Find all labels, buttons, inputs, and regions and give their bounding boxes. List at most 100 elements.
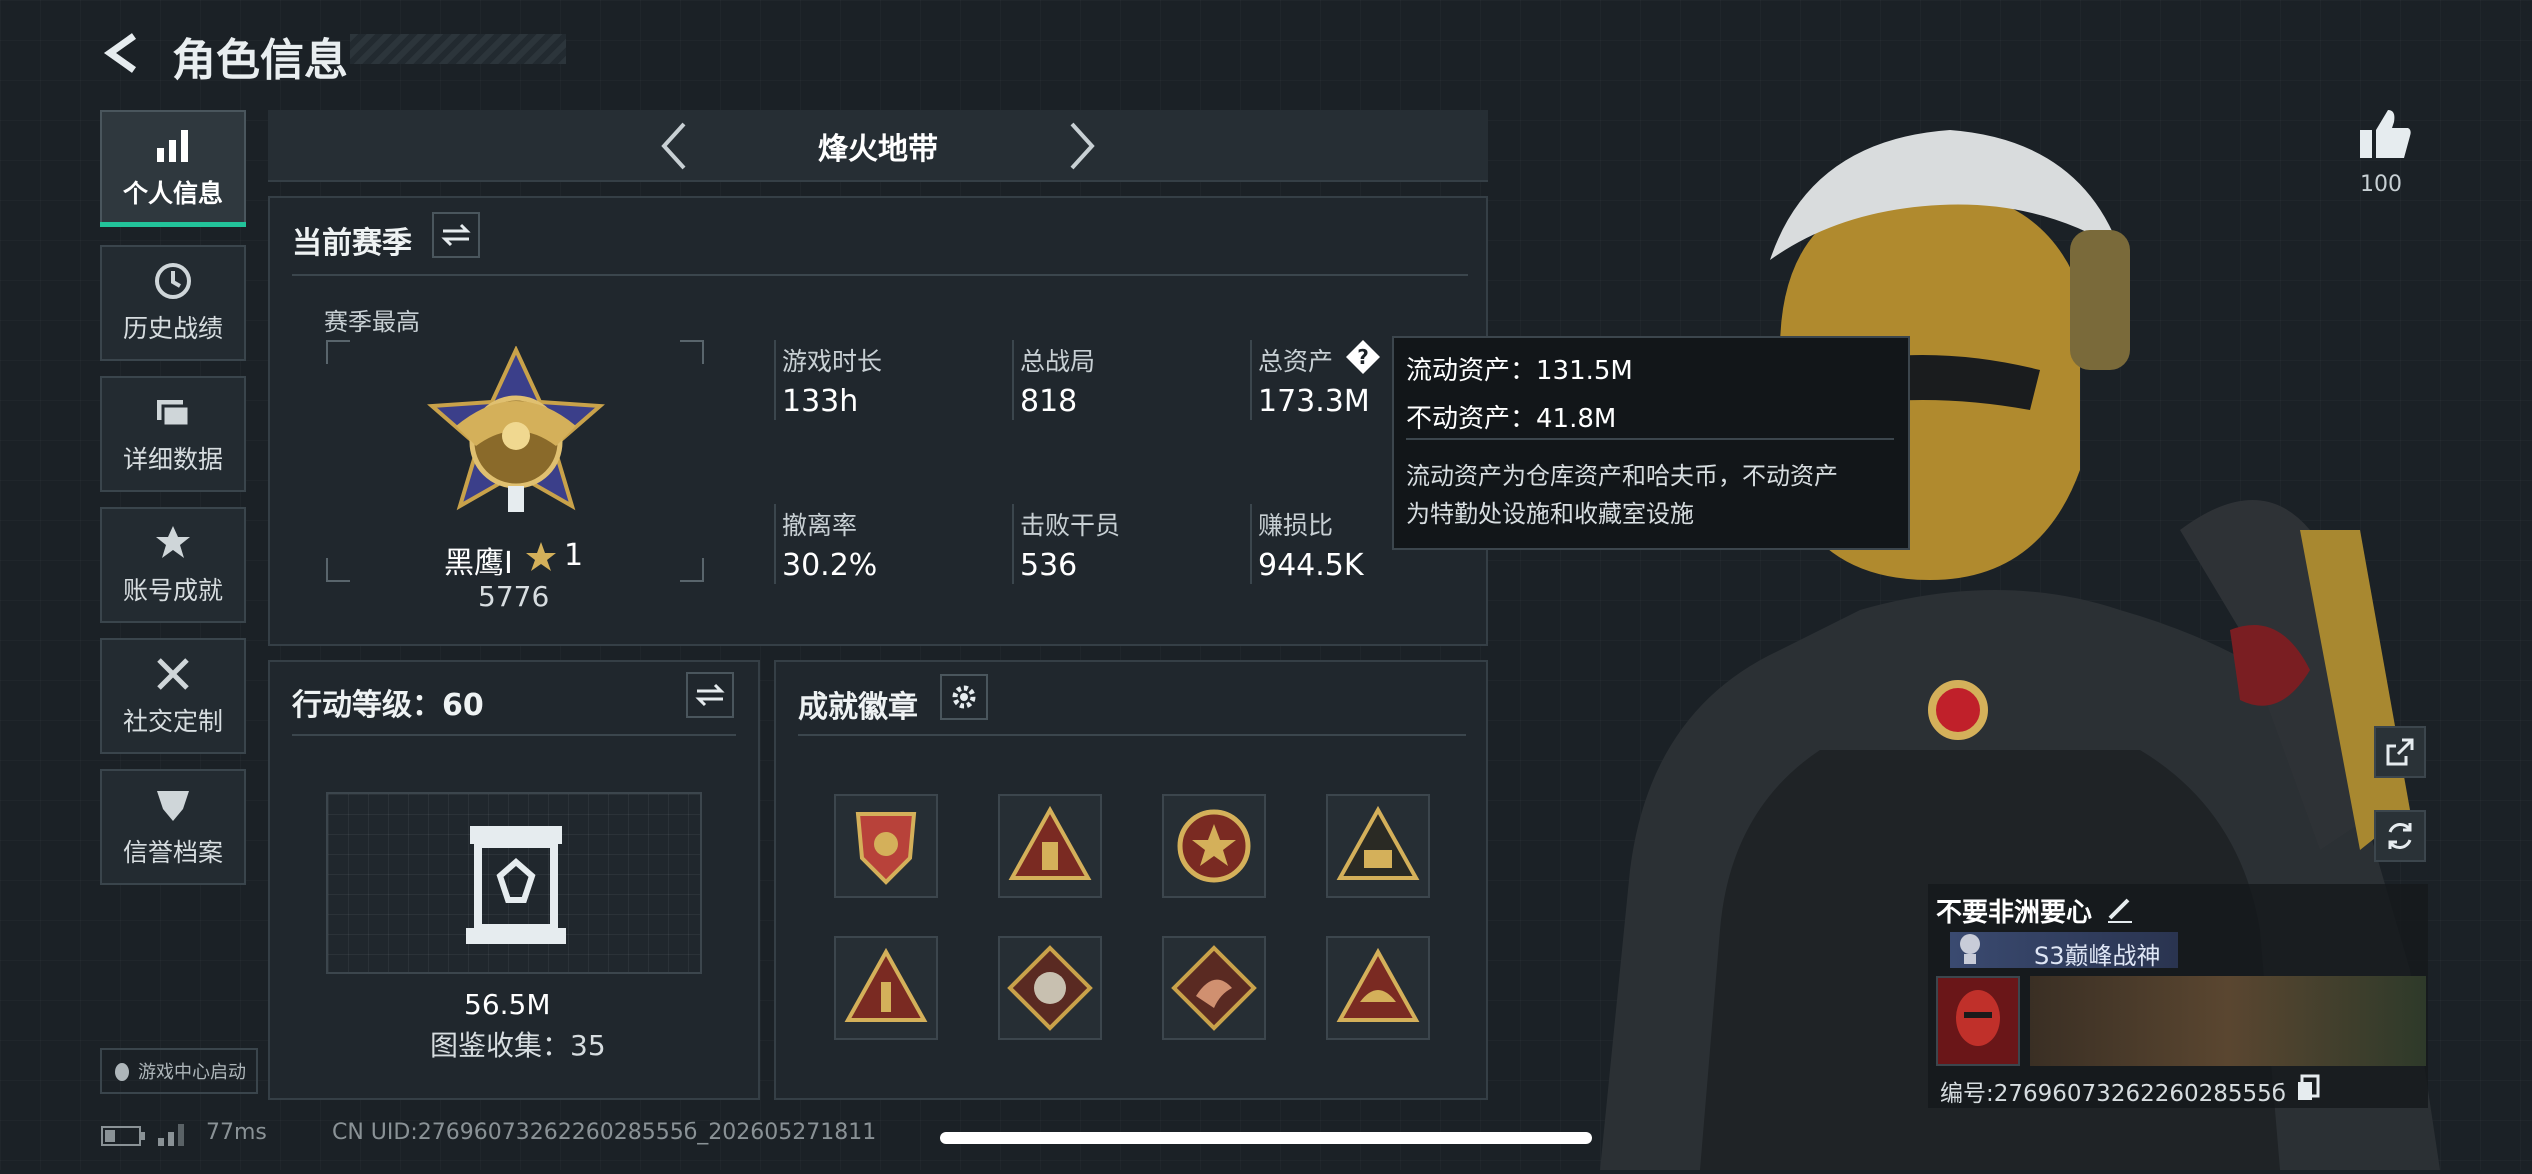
badge-triangle-sun-icon: [1336, 947, 1420, 1022]
battery-icon: [100, 1124, 146, 1152]
page-title: 角色信息: [172, 35, 348, 86]
sidebar-item-social[interactable]: 社交定制: [100, 638, 246, 754]
like-count: 100: [2360, 172, 2402, 197]
swap-icon: [441, 223, 471, 247]
copy-icon: [2298, 1074, 2320, 1100]
badge-shield-stars-icon: [855, 812, 917, 885]
action-level-divider: [292, 734, 736, 736]
badge-star-circle-icon: [1177, 809, 1251, 883]
back-arrow-icon: [103, 33, 137, 73]
stat-divider: [1250, 504, 1252, 584]
folder-icon: [157, 400, 191, 428]
rank-points: 5776: [478, 580, 550, 613]
tooltip-desc-line1: 流动资产为仓库资产和哈夫币，不动资产: [1406, 462, 1838, 490]
tooltip-desc-line2: 为特勤处设施和收藏室设施: [1406, 500, 1694, 528]
copy-id-button[interactable]: [2296, 1074, 2320, 1106]
achievement-badge[interactable]: [998, 936, 1102, 1040]
achievement-divider: [798, 734, 1466, 736]
stat-label: 总资产: [1258, 347, 1334, 376]
game-center-button[interactable]: 游戏中心启动: [100, 1048, 258, 1094]
swap-icon: [695, 683, 725, 707]
active-indicator: [100, 222, 246, 227]
achievement-badge[interactable]: [1326, 794, 1430, 898]
action-level-switch-button[interactable]: [686, 672, 734, 718]
sidebar-item-personal-info[interactable]: 个人信息: [100, 110, 246, 226]
achievement-badge[interactable]: [834, 794, 938, 898]
mode-title: 烽火地带: [818, 132, 938, 167]
sidebar-item-label: 个人信息: [122, 179, 223, 208]
sidebar-item-label: 社交定制: [122, 707, 223, 736]
season-title: 当前赛季: [292, 226, 412, 261]
collection-value: 56.5M: [464, 988, 551, 1021]
home-indicator[interactable]: [940, 1132, 1592, 1144]
stat-value: 818: [1020, 384, 1078, 419]
ping: 77ms: [206, 1120, 267, 1145]
sidebar-item-label: 历史战绩: [122, 314, 223, 343]
player-id: 编号:2769607326226028555б: [1940, 1081, 2286, 1107]
stat-label: 撤离率: [782, 511, 858, 540]
gear-icon: [952, 685, 976, 709]
season-switch-button[interactable]: [432, 212, 480, 258]
achievement-badge[interactable]: [1162, 794, 1266, 898]
stat-divider: [1250, 340, 1252, 420]
rank-name: 黑鹰I: [444, 546, 513, 581]
sidebar-item-history[interactable]: 历史战绩: [100, 245, 246, 361]
avatar[interactable]: [1936, 976, 2020, 1066]
pencil-icon: [2108, 898, 2132, 923]
stat-value: 30.2%: [782, 548, 878, 583]
sidebar-item-credit[interactable]: 信誉档案: [100, 769, 246, 885]
achievement-title: 成就徽章: [798, 690, 918, 725]
sidebar-item-achievements[interactable]: 账号成就: [100, 507, 246, 623]
achievement-badge[interactable]: [834, 936, 938, 1040]
penguin-icon: [115, 1063, 129, 1081]
collection-case-icon: [466, 826, 566, 944]
stat-divider: [774, 340, 776, 420]
tooltip-fixed: 不动资产：41.8M: [1406, 404, 1617, 434]
sidebar-item-detailed-data[interactable]: 详细数据: [100, 376, 246, 492]
tooltip-divider: [1406, 438, 1894, 440]
tools-icon: [157, 658, 189, 690]
like-button[interactable]: [2354, 104, 2414, 164]
bar-chart-icon: [157, 130, 188, 162]
season-best-label: 赛季最高: [324, 308, 420, 336]
stat-label: 击败干员: [1020, 511, 1121, 540]
rank-star-icon: [524, 540, 558, 578]
share-button[interactable]: [2374, 726, 2426, 778]
uid: CN UID:2769607326226028555б_202605271811: [332, 1120, 877, 1145]
stat-label: 赚损比: [1258, 511, 1334, 540]
help-icon[interactable]: ?: [1344, 338, 1382, 380]
next-mode-button[interactable]: [1056, 118, 1106, 174]
sidebar-item-label: 信誉档案: [122, 838, 223, 867]
frame-corner: [326, 558, 350, 582]
chevron-right-icon: [1070, 122, 1095, 170]
share-icon: [2386, 738, 2414, 766]
stat-divider: [774, 504, 776, 584]
chevron-left-icon: [661, 122, 686, 170]
achievement-badge[interactable]: [1326, 936, 1430, 1040]
thumbs-up-icon: [2360, 110, 2411, 158]
achievement-badge[interactable]: [998, 794, 1102, 898]
badge-wolf-diamond-icon: [1007, 945, 1093, 1031]
sidebar-item-label: 详细数据: [122, 445, 223, 474]
action-level-title: 行动等级：60: [292, 688, 484, 723]
nickname: 不要非洲要心: [1936, 898, 2093, 928]
edit-nickname-button[interactable]: [2104, 892, 2136, 928]
refresh-button[interactable]: [2374, 810, 2426, 862]
collection-display[interactable]: [326, 792, 702, 974]
frame-corner: [680, 558, 704, 582]
collection-count: 图鉴收集：35: [430, 1029, 606, 1062]
medal-icon: [156, 526, 190, 558]
prev-mode-button[interactable]: [650, 118, 700, 174]
tooltip-liquid: 流动资产：131.5M: [1406, 356, 1633, 386]
title-stripes: [350, 34, 566, 64]
sidebar-item-label: 账号成就: [122, 576, 223, 605]
profile-banner: [2030, 976, 2426, 1066]
stat-divider: [1012, 504, 1014, 584]
achievement-settings-button[interactable]: [940, 674, 988, 720]
back-button[interactable]: [98, 28, 148, 78]
badge-triangle-chest-icon: [1336, 805, 1420, 880]
game-center-label: 游戏中心启动: [138, 1062, 246, 1083]
svg-text:?: ?: [1357, 345, 1369, 369]
stat-divider: [1012, 340, 1014, 420]
achievement-badge[interactable]: [1162, 936, 1266, 1040]
